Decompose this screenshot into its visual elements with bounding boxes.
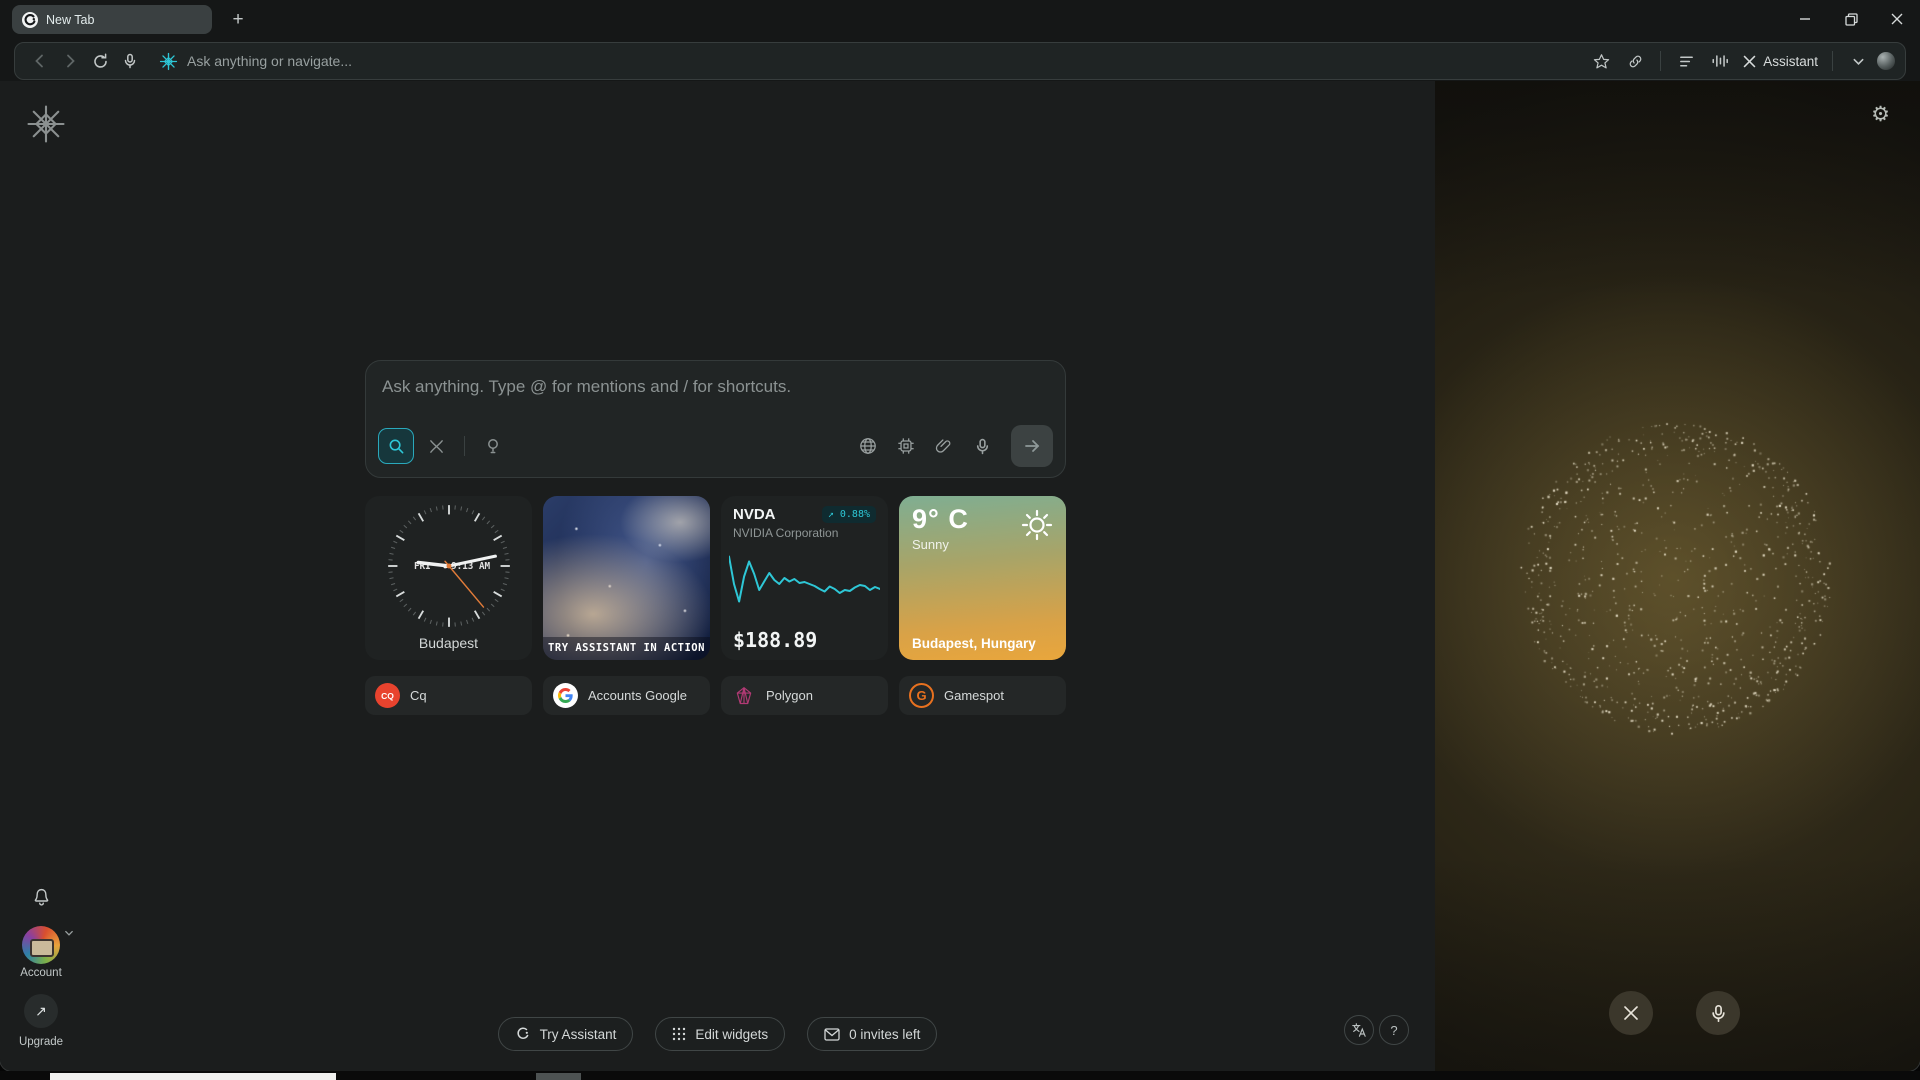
- translate-button[interactable]: [1344, 1015, 1374, 1045]
- search-mode-button[interactable]: [378, 428, 414, 464]
- taskbar-edge: [0, 1071, 1920, 1080]
- title-bar: New Tab +: [0, 0, 1920, 40]
- comet-asterisk-icon: [159, 52, 178, 71]
- divider: [1832, 51, 1833, 71]
- url-placeholder[interactable]: Ask anything or navigate...: [187, 53, 352, 69]
- comet-brand-logo-icon: [25, 103, 67, 145]
- stock-company: NVIDIA Corporation: [733, 526, 876, 540]
- model-chip-icon[interactable]: [891, 431, 921, 461]
- tab-new-tab[interactable]: New Tab: [12, 5, 212, 34]
- close-button[interactable]: [1874, 0, 1920, 38]
- upgrade-label: Upgrade: [1, 1036, 81, 1048]
- taskbar-highlight: [50, 1073, 336, 1080]
- assistant-voice-panel: ⚙: [1435, 81, 1920, 1071]
- account-label: Account: [1, 967, 81, 979]
- new-tab-button[interactable]: +: [224, 6, 252, 34]
- minimize-button[interactable]: [1782, 0, 1828, 38]
- chevron-down-icon: [64, 928, 74, 938]
- help-button[interactable]: ?: [1379, 1015, 1409, 1045]
- clock-widget[interactable]: FRI 9:13 AM Budapest: [365, 496, 532, 660]
- notifications-bell-icon[interactable]: [31, 887, 52, 908]
- shortcut-accounts-google[interactable]: Accounts Google: [543, 676, 710, 715]
- voice-search-icon[interactable]: [115, 46, 145, 76]
- clock-city-label: Budapest: [365, 635, 532, 651]
- copy-link-icon[interactable]: [1620, 46, 1650, 76]
- reading-list-icon[interactable]: [1671, 46, 1701, 76]
- assistant-label: Assistant: [1763, 54, 1818, 69]
- polygon-icon: [731, 683, 756, 708]
- web-globe-icon[interactable]: [853, 431, 883, 461]
- taskbar-segment: [536, 1073, 581, 1080]
- stock-widget[interactable]: NVDA ↗ 0.88% NVIDIA Corporation $188.89: [721, 496, 888, 660]
- tab-title: New Tab: [46, 13, 94, 27]
- account-menu[interactable]: [22, 926, 60, 964]
- toolbar: Ask anything or navigate... Ass: [0, 40, 1920, 81]
- search-placeholder: Ask anything. Type @ for mentions and / …: [382, 377, 1051, 397]
- try-assistant-promo-widget[interactable]: TRY ASSISTANT IN ACTION: [543, 496, 710, 660]
- submit-arrow-button[interactable]: [1011, 425, 1053, 467]
- google-icon: [553, 683, 578, 708]
- avatar[interactable]: [22, 926, 60, 964]
- ask-anything-input[interactable]: Ask anything. Type @ for mentions and / …: [365, 360, 1066, 478]
- stock-sparkline-chart: [729, 550, 880, 608]
- voice-mic-button[interactable]: [1696, 991, 1740, 1035]
- profile-orb-icon[interactable]: [1877, 52, 1895, 70]
- chevron-down-icon[interactable]: [1843, 46, 1873, 76]
- restore-button[interactable]: [1828, 0, 1874, 38]
- shortcut-cq[interactable]: CQ Cq: [365, 676, 532, 715]
- try-assistant-button[interactable]: Try Assistant: [498, 1017, 634, 1051]
- divider: [1660, 51, 1661, 71]
- shortcut-polygon[interactable]: Polygon: [721, 676, 888, 715]
- shortcut-gamespot[interactable]: G Gamespot: [899, 676, 1066, 715]
- refresh-icon[interactable]: [85, 46, 115, 76]
- new-tab-page: Ask anything. Type @ for mentions and / …: [0, 81, 1435, 1071]
- dictate-mic-icon[interactable]: [967, 431, 997, 461]
- bookmark-star-icon[interactable]: [1586, 46, 1616, 76]
- weather-widget[interactable]: 9° C Sunny Budapest, Hungary: [899, 496, 1066, 660]
- assistant-mode-icon[interactable]: [421, 431, 451, 461]
- divider: [464, 436, 465, 456]
- promo-caption: TRY ASSISTANT IN ACTION: [543, 637, 710, 660]
- stock-price: $188.89: [733, 628, 817, 652]
- close-voice-button[interactable]: [1609, 991, 1653, 1035]
- forward-icon[interactable]: [55, 46, 85, 76]
- stock-change-badge: ↗ 0.88%: [822, 506, 876, 523]
- invites-left-button[interactable]: 0 invites left: [807, 1017, 937, 1051]
- close-assistant-button[interactable]: Assistant: [1739, 54, 1822, 69]
- discover-idea-icon[interactable]: [478, 431, 508, 461]
- sun-icon: [1020, 508, 1054, 542]
- back-icon[interactable]: [25, 46, 55, 76]
- voice-waveform-icon[interactable]: [1705, 46, 1735, 76]
- settings-gear-icon[interactable]: ⚙: [1871, 102, 1890, 127]
- gamespot-icon: G: [909, 683, 934, 708]
- edit-widgets-button[interactable]: Edit widgets: [655, 1017, 785, 1051]
- upgrade-button[interactable]: ↗: [24, 994, 58, 1028]
- comet-logo-icon: [22, 12, 38, 28]
- stock-symbol: NVDA: [733, 506, 776, 523]
- address-bar[interactable]: Ask anything or navigate... Ass: [14, 42, 1906, 80]
- weather-location: Budapest, Hungary: [912, 636, 1036, 651]
- browser-window: New Tab +: [0, 0, 1920, 1071]
- attach-file-icon[interactable]: [929, 431, 959, 461]
- cq-icon: CQ: [375, 683, 400, 708]
- particle-sphere: [1510, 413, 1840, 743]
